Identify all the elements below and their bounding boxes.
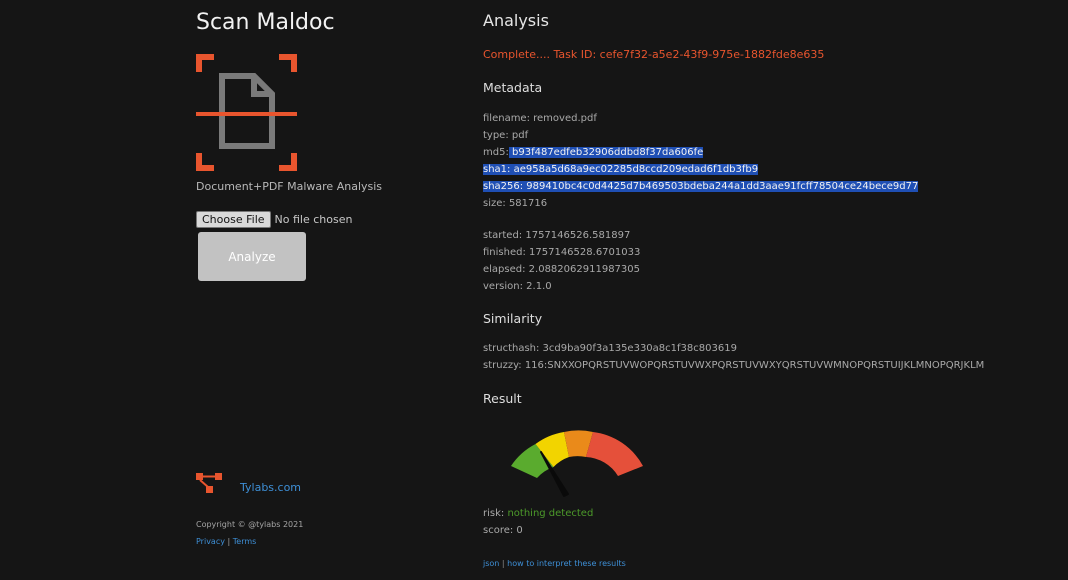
footer-links: Privacy | Terms [196, 537, 256, 546]
result-links: json | how to interpret these results [483, 559, 626, 568]
choose-file-button[interactable]: Choose File [196, 211, 271, 228]
tylabs-link[interactable]: Tylabs.com [240, 481, 301, 494]
risk-value: nothing detected [507, 508, 594, 519]
risk-row: risk: nothing detected [483, 505, 593, 522]
links-separator: | [499, 559, 508, 568]
result-list: risk: nothing detected score: 0 [483, 505, 593, 539]
structhash-value: structhash: 3cd9ba90f3a135e330a8c1f38c80… [483, 343, 737, 354]
result-heading: Result [483, 391, 522, 406]
timing-list: started: 1757146526.581897 finished: 175… [483, 227, 640, 295]
metadata-list: filename: removed.pdf type: pdf md5: b93… [483, 110, 919, 212]
metadata-heading: Metadata [483, 80, 543, 95]
md5-value: b93f487edfeb32906ddbd8f37da606fe [508, 147, 704, 158]
type-value: type: pdf [483, 130, 529, 141]
elapsed-value: elapsed: 2.0882062911987305 [483, 264, 641, 275]
version-value: version: 2.1.0 [483, 281, 552, 292]
json-link[interactable]: json [483, 559, 499, 568]
risk-label: risk: [483, 508, 505, 519]
analyze-button[interactable]: Analyze [198, 232, 306, 281]
started-value: started: 1757146526.581897 [483, 230, 631, 241]
network-nodes-icon [196, 473, 222, 493]
file-input[interactable]: Choose File No file chosen [196, 211, 352, 228]
risk-gauge [511, 430, 643, 497]
app-title: Scan Maldoc [196, 10, 335, 35]
size-value: size: 581716 [483, 198, 548, 209]
sidebar: Scan Maldoc Document+PDF Malware Analysi… [196, 0, 456, 580]
app-tagline: Document+PDF Malware Analysis [196, 180, 383, 193]
md5-row: md5: b93f487edfeb32906ddbd8f37da606fe [483, 144, 918, 161]
footer-separator: | [224, 537, 233, 546]
md5-label: md5: [483, 147, 509, 158]
task-status: Complete.... Task ID: cefe7f32-a5e2-43f9… [483, 48, 825, 61]
privacy-link[interactable]: Privacy [196, 537, 225, 546]
score-value: score: 0 [483, 525, 523, 536]
document-scan-icon [196, 54, 297, 171]
sha256-value: sha256: 989410bc4c0d4425d7b469503bdeba24… [483, 181, 919, 192]
filename-value: filename: removed.pdf [483, 113, 597, 124]
sha1-value: sha1: ae958a5d68a9ec02285d8ccd209edad6f1… [483, 164, 759, 175]
copyright-text: Copyright © @tylabs 2021 [196, 520, 304, 529]
interpret-results-link[interactable]: how to interpret these results [507, 559, 626, 568]
terms-link[interactable]: Terms [233, 537, 257, 546]
similarity-heading: Similarity [483, 311, 543, 326]
gauge-segment-high [586, 432, 643, 476]
struzzy-value: struzzy: 116:SNXXOPQRSTUVWOPQRSTUVWXPQRS… [483, 360, 985, 371]
analysis-heading: Analysis [483, 11, 549, 30]
file-status: No file chosen [274, 213, 353, 226]
similarity-list: structhash: 3cd9ba90f3a135e330a8c1f38c80… [483, 340, 984, 374]
analysis-panel: Analysis Complete.... Task ID: cefe7f32-… [483, 0, 1068, 580]
finished-value: finished: 1757146528.6701033 [483, 247, 641, 258]
